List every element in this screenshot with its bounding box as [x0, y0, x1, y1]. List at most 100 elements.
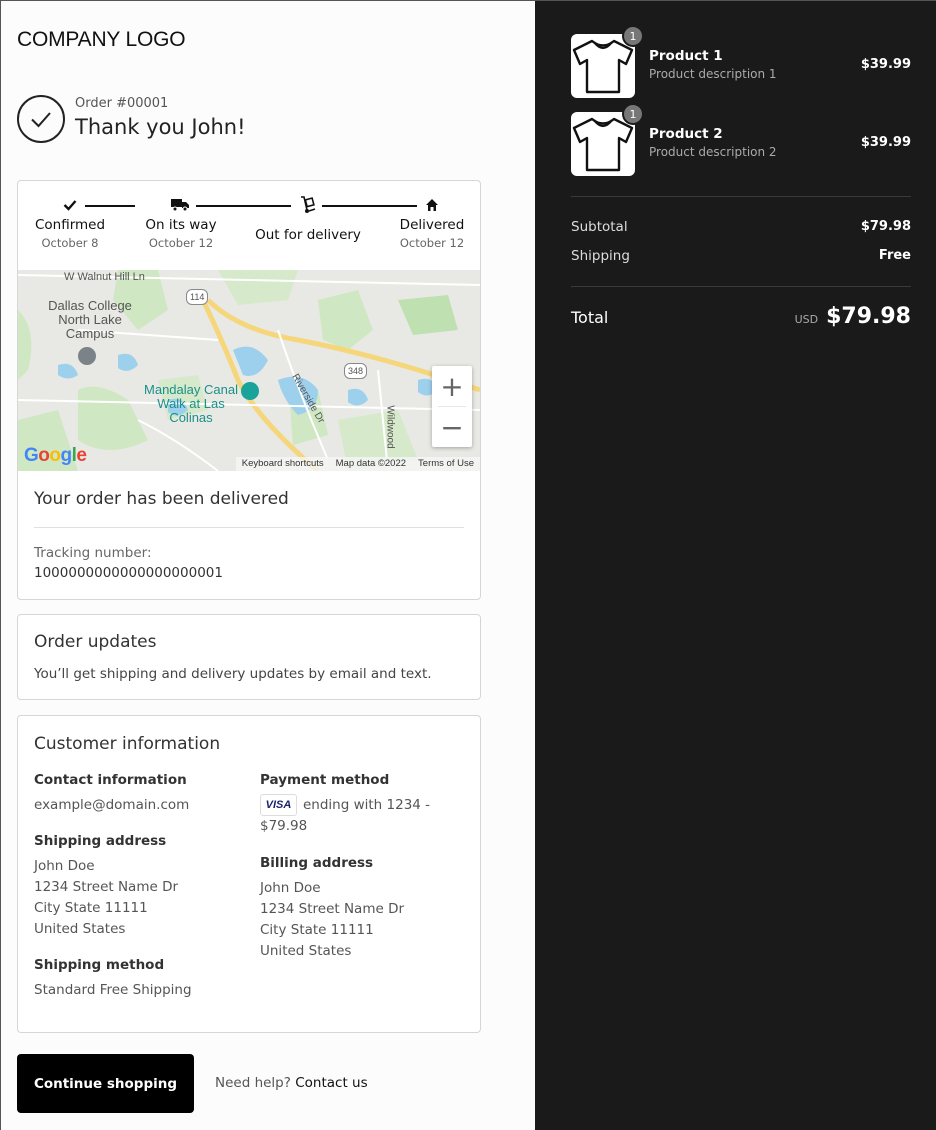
product-description: Product description 2 — [649, 145, 777, 159]
step-date: October 8 — [41, 236, 99, 250]
shipping-row: Shipping Free — [571, 248, 911, 264]
google-logo: Google — [24, 445, 87, 466]
shipping-value: Free — [878, 248, 911, 263]
delivery-status-title: Your order has been delivered — [34, 489, 289, 509]
product-name: Product 1 — [649, 48, 723, 64]
total-value: $79.98 — [826, 304, 911, 329]
keyboard-shortcuts-link[interactable]: Keyboard shortcuts — [236, 457, 330, 471]
map-footer: Keyboard shortcuts Map data ©2022 Terms … — [235, 457, 480, 471]
customer-right-column: Payment method VISA ending with 1234 - $7… — [260, 772, 460, 962]
address-line: City State 11111 — [260, 922, 374, 938]
step-label: Confirmed — [34, 217, 106, 233]
order-summary-sidebar: 1 Product 1 Product description 1 $39.99… — [535, 1, 936, 1130]
contact-email: example@domain.com — [34, 797, 190, 813]
cart-item: 1 Product 1 Product description 1 $39.99 — [571, 25, 911, 98]
address-line: 1234 Street Name Dr — [34, 879, 179, 895]
step-connector — [85, 205, 135, 207]
help-text: Need help? Contact us — [215, 1075, 368, 1091]
quantity-badge: 1 — [622, 25, 644, 47]
tshirt-icon — [572, 117, 634, 172]
map-zoom-controls: + − — [432, 366, 472, 447]
map-label-canal: Mandalay Canal Walk at Las Colinas — [144, 382, 238, 425]
step-label: Delivered — [399, 217, 465, 233]
truck-icon — [171, 199, 189, 212]
product-price: $39.99 — [860, 57, 911, 72]
customer-info-card: Customer information Contact information… — [17, 715, 481, 1033]
delivery-map[interactable]: W Walnut Hill Ln Dallas College North La… — [18, 270, 480, 471]
terms-link[interactable]: Terms of Use — [412, 457, 480, 471]
tracking-steps: Confirmed October 8 On its way October 1… — [18, 181, 480, 271]
shipment-status-card: Confirmed October 8 On its way October 1… — [17, 180, 481, 600]
cart-item: 1 Product 2 Product description 2 $39.99 — [571, 103, 911, 176]
map-label-hwy348: 348 — [344, 363, 368, 379]
address-line: John Doe — [34, 858, 95, 874]
order-header: Order #00001 Thank you John! — [17, 95, 246, 143]
order-updates-text: You’ll get shipping and delivery updates… — [34, 666, 432, 682]
product-price: $39.99 — [860, 135, 911, 150]
map-label-street: W Walnut Hill Ln — [64, 271, 145, 283]
total-label: Total — [571, 308, 609, 327]
shipping-label: Shipping — [571, 248, 630, 264]
payment-heading: Payment method — [260, 772, 390, 788]
billing-address-heading: Billing address — [260, 855, 374, 871]
address-line: United States — [34, 921, 126, 937]
shipping-method-value: Standard Free Shipping — [34, 982, 192, 998]
map-label-hwy114: 114 — [186, 289, 209, 305]
hand-truck-icon — [301, 196, 316, 213]
step-connector — [322, 205, 417, 207]
subtotal-row: Subtotal $79.98 — [571, 219, 911, 235]
divider — [571, 286, 911, 287]
step-out-for-delivery: Out for delivery — [248, 227, 368, 243]
tracking-number[interactable]: 1000000000000000000001 — [34, 565, 223, 581]
home-icon — [426, 199, 438, 211]
address-line: John Doe — [260, 880, 321, 896]
divider — [571, 196, 911, 197]
order-status-panel: COMPANY LOGO Order #00001 Thank you John… — [1, 1, 535, 1130]
tshirt-icon — [572, 39, 634, 94]
shipping-address-heading: Shipping address — [34, 833, 167, 849]
tracking-label: Tracking number: — [34, 545, 152, 561]
contact-heading: Contact information — [34, 772, 187, 788]
subtotal-label: Subtotal — [571, 219, 628, 235]
continue-shopping-button[interactable]: Continue shopping — [17, 1054, 194, 1113]
check-circle-icon — [17, 95, 65, 143]
address-line: 1234 Street Name Dr — [260, 901, 405, 917]
shipping-address: John Doe 1234 Street Name Dr City State … — [34, 856, 254, 940]
payment-method: VISA ending with 1234 - $79.98 — [260, 794, 460, 837]
step-on-its-way: On its way October 12 — [141, 217, 221, 250]
billing-address: John Doe 1234 Street Name Dr City State … — [260, 878, 460, 962]
thank-you-heading: Thank you John! — [75, 115, 246, 139]
currency-code: USD — [794, 313, 819, 326]
product-name: Product 2 — [649, 126, 723, 142]
divider — [34, 527, 464, 528]
quantity-badge: 1 — [622, 103, 644, 125]
address-line: United States — [260, 943, 352, 959]
step-delivered: Delivered October 12 — [396, 217, 468, 250]
address-line: City State 11111 — [34, 900, 148, 916]
order-number: Order #00001 — [75, 96, 169, 111]
step-date: October 12 — [399, 236, 465, 250]
zoom-in-button[interactable]: + — [432, 366, 472, 406]
customer-left-column: Contact information example@domain.com S… — [34, 772, 254, 1001]
step-date: October 12 — [148, 236, 214, 250]
need-help-label: Need help? — [215, 1075, 291, 1091]
product-description: Product description 1 — [649, 67, 777, 81]
shipping-method-heading: Shipping method — [34, 957, 165, 973]
order-updates-title: Order updates — [34, 632, 157, 652]
visa-card-icon: VISA — [260, 794, 297, 816]
total-row: Total USD $79.98 — [571, 304, 911, 329]
step-connector — [196, 205, 291, 207]
order-updates-card: Order updates You’ll get shipping and de… — [17, 614, 481, 700]
check-icon — [63, 200, 77, 211]
map-label-college: Dallas College North Lake Campus — [48, 298, 132, 341]
customer-info-title: Customer information — [34, 734, 221, 754]
company-logo[interactable]: COMPANY LOGO — [17, 28, 186, 52]
subtotal-value: $79.98 — [860, 219, 911, 234]
zoom-out-button[interactable]: − — [432, 407, 472, 447]
step-label: Out for delivery — [255, 227, 361, 243]
step-confirmed: Confirmed October 8 — [34, 217, 106, 250]
contact-us-link[interactable]: Contact us — [295, 1075, 367, 1091]
map-data-text: Map data ©2022 — [335, 458, 407, 469]
map-label-wildwood: Wildwood — [384, 405, 396, 449]
step-label: On its way — [145, 217, 217, 233]
